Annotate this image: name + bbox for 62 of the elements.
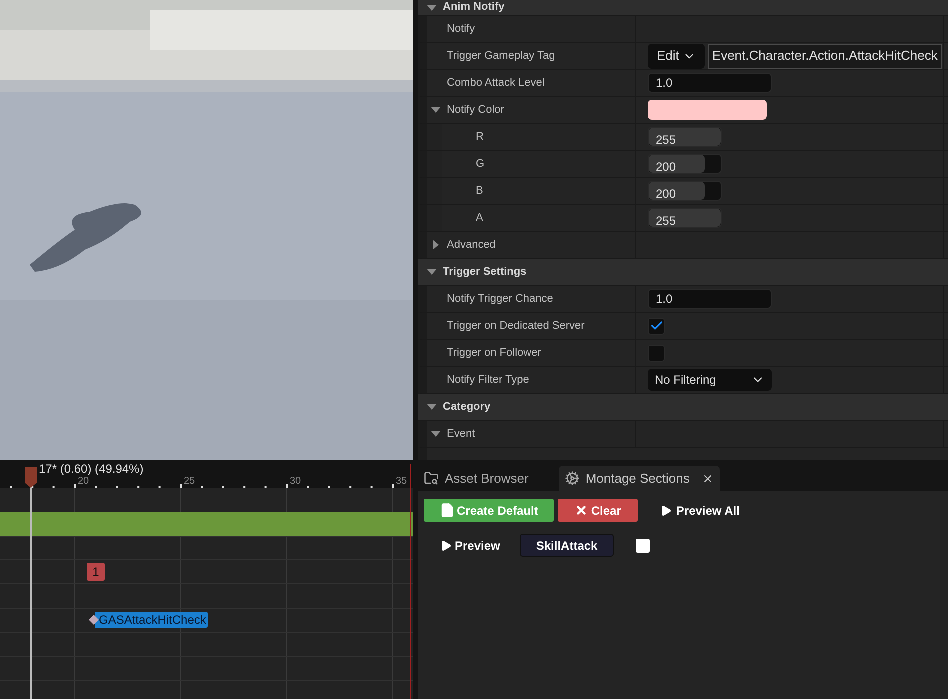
gears-icon — [564, 471, 580, 486]
property-label: G — [476, 156, 485, 172]
number-field[interactable]: 1.0 — [648, 73, 772, 93]
expanded-caret-icon[interactable] — [427, 402, 437, 412]
expanded-caret-icon[interactable] — [427, 2, 437, 12]
playhead-label: 17* (0.60) (49.94%) — [39, 462, 144, 476]
edit-dropdown[interactable]: Edit — [648, 44, 706, 68]
channel-slider[interactable]: 255 — [648, 127, 722, 147]
frame-number: 30 — [290, 477, 302, 487]
property-label: Notify Filter Type — [447, 372, 530, 388]
property-label: A — [476, 210, 484, 226]
section-title[interactable]: Trigger Settings — [443, 266, 527, 278]
expanded-caret-icon[interactable] — [431, 429, 441, 439]
frame-number: 20 — [78, 477, 90, 487]
panel-tab[interactable]: Asset Browser — [418, 466, 535, 491]
channel-value: 255 — [655, 133, 676, 146]
checkbox[interactable] — [636, 538, 650, 552]
frame-number: 25 — [184, 477, 196, 487]
expanded-caret-icon[interactable] — [431, 105, 441, 115]
playhead-icon[interactable] — [25, 467, 37, 488]
channel-value: 200 — [655, 160, 676, 173]
channel-slider[interactable]: 255 — [648, 208, 722, 228]
filter-dropdown[interactable]: No Filtering — [648, 369, 772, 391]
section-title[interactable]: Category — [443, 400, 491, 414]
channel-slider[interactable]: 200 — [648, 181, 722, 201]
checkbox[interactable] — [648, 318, 665, 334]
expanded-caret-icon[interactable] — [427, 267, 437, 277]
channel-value: 255 — [655, 214, 676, 227]
panel-tab[interactable]: Montage Sections — [558, 466, 720, 491]
property-label: R — [476, 130, 484, 145]
property-label: Notify — [447, 22, 476, 37]
clear-button[interactable]: Clear — [558, 499, 638, 522]
section-marker[interactable]: 1 — [87, 563, 105, 581]
section-name-button[interactable]: SkillAttack — [520, 534, 614, 557]
channel-value: 200 — [655, 187, 676, 200]
property-label: Combo Attack Level — [447, 76, 545, 91]
close-icon — [575, 504, 588, 517]
property-label: Event — [447, 426, 476, 442]
number-field[interactable]: 1.0 — [648, 289, 772, 309]
check-icon — [650, 319, 664, 333]
section-title[interactable]: Anim Notify — [443, 1, 505, 14]
preview-all-button[interactable]: Preview All — [642, 499, 758, 522]
play-icon — [440, 540, 452, 552]
close-icon[interactable] — [702, 472, 714, 484]
folder-search-icon — [424, 471, 439, 486]
property-label: Trigger Gameplay Tag — [447, 48, 556, 64]
tag-field[interactable]: Event.Character.Action.AttackHitCheck — [708, 44, 942, 68]
preview-button[interactable]: Preview — [440, 536, 500, 554]
collapsed-caret-icon[interactable] — [431, 240, 441, 250]
checkbox[interactable] — [648, 344, 665, 362]
frame-number: 35 — [396, 477, 408, 487]
property-label: Trigger on Dedicated Server — [447, 318, 585, 334]
color-swatch[interactable] — [648, 100, 767, 120]
property-label: Notify Color — [447, 102, 504, 118]
file-icon — [440, 503, 455, 518]
property-label: B — [476, 184, 484, 199]
property-label: Notify Trigger Chance — [447, 292, 554, 307]
play-icon — [660, 504, 672, 516]
diamond-icon — [89, 615, 99, 625]
channel-slider[interactable]: 200 — [648, 154, 722, 174]
property-label: Advanced — [447, 238, 496, 253]
property-label: Trigger on Follower — [447, 346, 542, 361]
